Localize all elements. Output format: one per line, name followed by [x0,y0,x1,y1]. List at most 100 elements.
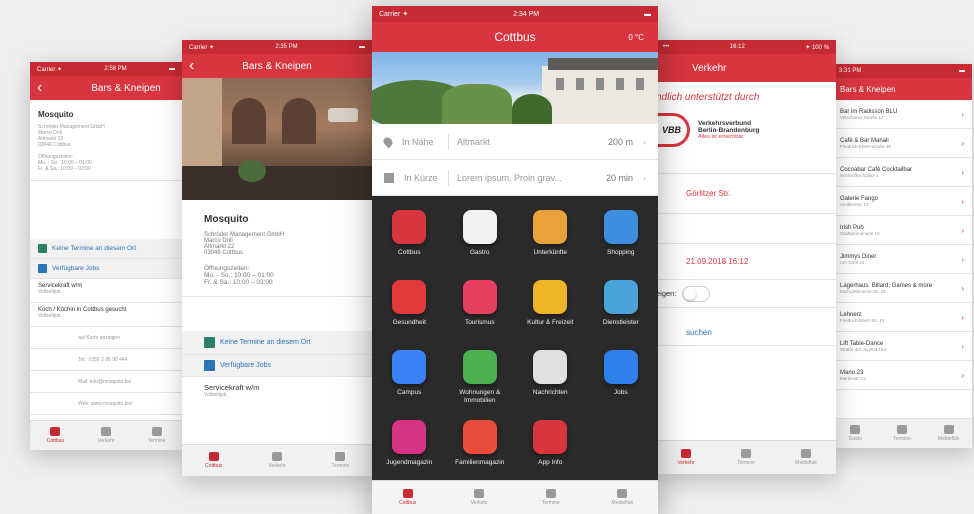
category-label: Shopping [607,249,635,256]
nav-title: Verkehr [692,62,727,74]
tab-termine[interactable]: Termine [309,445,372,476]
transit-icon [474,489,485,498]
events-section[interactable]: Keine Termine an diesem Ort [182,331,372,355]
list-item[interactable]: Cocoabar Café Cocktailbar Schlosskirchpla… [832,158,972,187]
jobs-section[interactable]: Verfügbare Jobs [30,259,182,279]
category-tile[interactable]: Kultur & Freizeit [515,276,586,346]
category-label: Tourismus [464,319,495,326]
mail-link[interactable]: Mail: info@mosquito.biz [30,371,182,393]
status-time: 2:35 PM [275,44,298,50]
tab-termine[interactable]: Termine [515,481,587,514]
hours-weekday: Mo. - So.: 10:00 – 01:00 [204,272,274,279]
tab-verkehr[interactable]: Verkehr [444,481,516,514]
bar-name: Galerie Fango [840,195,879,202]
category-tile[interactable]: App Info [515,416,586,486]
jobs-section[interactable]: Verfügbare Jobs [182,355,372,377]
map-link[interactable]: auf Karte anzeigen [30,327,182,349]
category-tile[interactable]: Shopping [586,206,657,276]
list-item[interactable]: Lehnerz Friedrich-Ebert-Str. 15 › [832,303,972,332]
vbb-logo-text: VBB [661,125,681,135]
list-item[interactable]: Lagerhaus. Billard, Games & more Karl-Lie… [832,274,972,303]
list-item[interactable]: Café & Bar Manali Friedrich-Ebert-Straße … [832,129,972,158]
lcf-logo-icon [392,420,427,454]
tab-cottbus[interactable]: Cottbus [30,421,81,450]
list-item[interactable]: Jimmys Diner Am Turm 14 › [832,245,972,274]
tab-termine[interactable]: Termine [131,421,182,450]
nearby-row[interactable]: In Nähe Altmarkt 200 m › [372,124,658,160]
tab-label: Termine [331,463,350,469]
category-tile[interactable]: Nachrichten [515,346,586,416]
location-pin-icon [381,135,395,148]
venue-card: Mosquito Schröder Management GmbH Marco … [182,200,372,297]
camera-icon [943,425,954,434]
tab-verkehr[interactable]: Verkehr [656,441,716,474]
chevron-right-icon: › [961,312,964,322]
job-row[interactable]: Servicekraft w/m Vollzeitjob [182,377,372,404]
category-tile[interactable]: Familienmagazin [445,416,516,486]
list-item[interactable]: Galerie Fango Amalienstr. 10 › [832,187,972,216]
chevron-right-icon: › [961,283,964,293]
tab-label: Termine [541,500,560,506]
battery-icon: ▬ [959,68,965,74]
tab-termine[interactable]: Termine [716,441,776,474]
category-tile[interactable]: Campus [374,346,445,416]
tab-label: Termine [737,460,755,466]
nav-title: Bars & Kneipen [91,82,161,94]
tab-meldeflak[interactable]: Meldeflak [925,419,972,448]
status-bar: 3:31 PM ▬ [832,64,972,78]
tab-cottbus[interactable]: Cottbus [372,481,444,514]
tab-guide[interactable]: Guide [832,419,879,448]
tab-meldeflak[interactable]: Meldeflak [776,441,836,474]
hours-weekend: Fr. & Sa.: 10:00 – 03:00 [204,279,273,286]
bar-name: Lagerhaus. Billard, Games & more [840,282,933,289]
tab-verkehr[interactable]: Verkehr [245,445,308,476]
category-label: App Info [538,459,563,466]
list-item[interactable]: Lift Table-Dance Straße der Jugend 164 › [832,332,972,361]
station-field[interactable]: Görlitzer Str. [656,174,836,214]
theater-mask-icon [533,280,568,314]
upcoming-time: 20 min [605,172,633,183]
category-tile[interactable]: Tourismus [445,276,516,346]
newspaper-icon [533,350,568,384]
category-tile[interactable]: Gastro [445,206,516,276]
tab-termine[interactable]: Termine [879,419,926,448]
venue-city: 03046 Cottbus [204,250,244,256]
list-item[interactable]: Mano 23 Marienstr. 23 › [832,361,972,390]
calendar-icon [204,337,215,348]
tab-cottbus[interactable]: Cottbus [182,445,245,476]
city-photo [372,52,658,124]
back-icon[interactable]: ‹ [189,58,194,74]
job-title: Servicekraft w/m [204,383,260,392]
category-tile[interactable]: Gesundheit [374,276,445,346]
web-link[interactable]: Web: www.mosquito.biz/ [30,393,182,415]
toggle-switch[interactable] [682,285,711,302]
category-tile[interactable]: Wohnungen & Immobilien [445,346,516,416]
job-row[interactable]: Servicekraft w/m Vollzeitjob [30,279,182,303]
tab-bar: Cottbus Verkehr Termine Meldeflak [372,480,658,514]
back-icon[interactable]: ‹ [37,80,42,96]
job-row[interactable]: Koch / Köchin in Cottbus gesucht Vollzei… [30,303,182,327]
events-section[interactable]: Keine Termine an diesem Ort [30,239,182,259]
tag-icon [603,210,638,244]
category-tile[interactable]: Dienstleister [586,276,657,346]
list-item[interactable]: Bar im Radisson BLU Vetschauer Straße 12 › [832,100,972,129]
list-item[interactable]: Irish Pub Stadtpromenade 10 › [832,216,972,245]
bar-address: Vetschauer Straße 12 [840,114,884,120]
category-tile[interactable]: Unterkünfte [515,206,586,276]
category-tile[interactable]: Jugendmagazin [374,416,445,486]
tab-verkehr[interactable]: Verkehr [81,421,132,450]
upcoming-row[interactable]: In Kürze Lorem ipsum. Proin grav... 20 m… [372,160,658,196]
vbb-line2: Berlin-Brandenburg [698,127,760,134]
tab-label: Verkehr [470,500,488,506]
category-tile[interactable]: Jobs [586,346,657,416]
phone-bars-detail-back: Carrier ✦ 2:58 PM ▬ ‹ Bars & Kneipen Mosqu… [30,62,182,450]
phone-link[interactable]: Tel.: 0355 2 86 90 444 [30,349,182,371]
category-grid: Cottbus Gastro Unterkünfte Shopping Gesundhe… [372,196,658,486]
category-tile[interactable]: Cottbus [374,206,445,276]
search-button[interactable]: suchen [656,320,836,346]
category-label: Familienmagazin [455,459,505,466]
tab-meldeflak[interactable]: Meldeflak [587,481,659,514]
venue-name: Mosquito [38,110,74,119]
date-field[interactable]: 21.09.2018 16:12 [656,244,836,280]
nav-title: Cottbus [494,30,536,44]
